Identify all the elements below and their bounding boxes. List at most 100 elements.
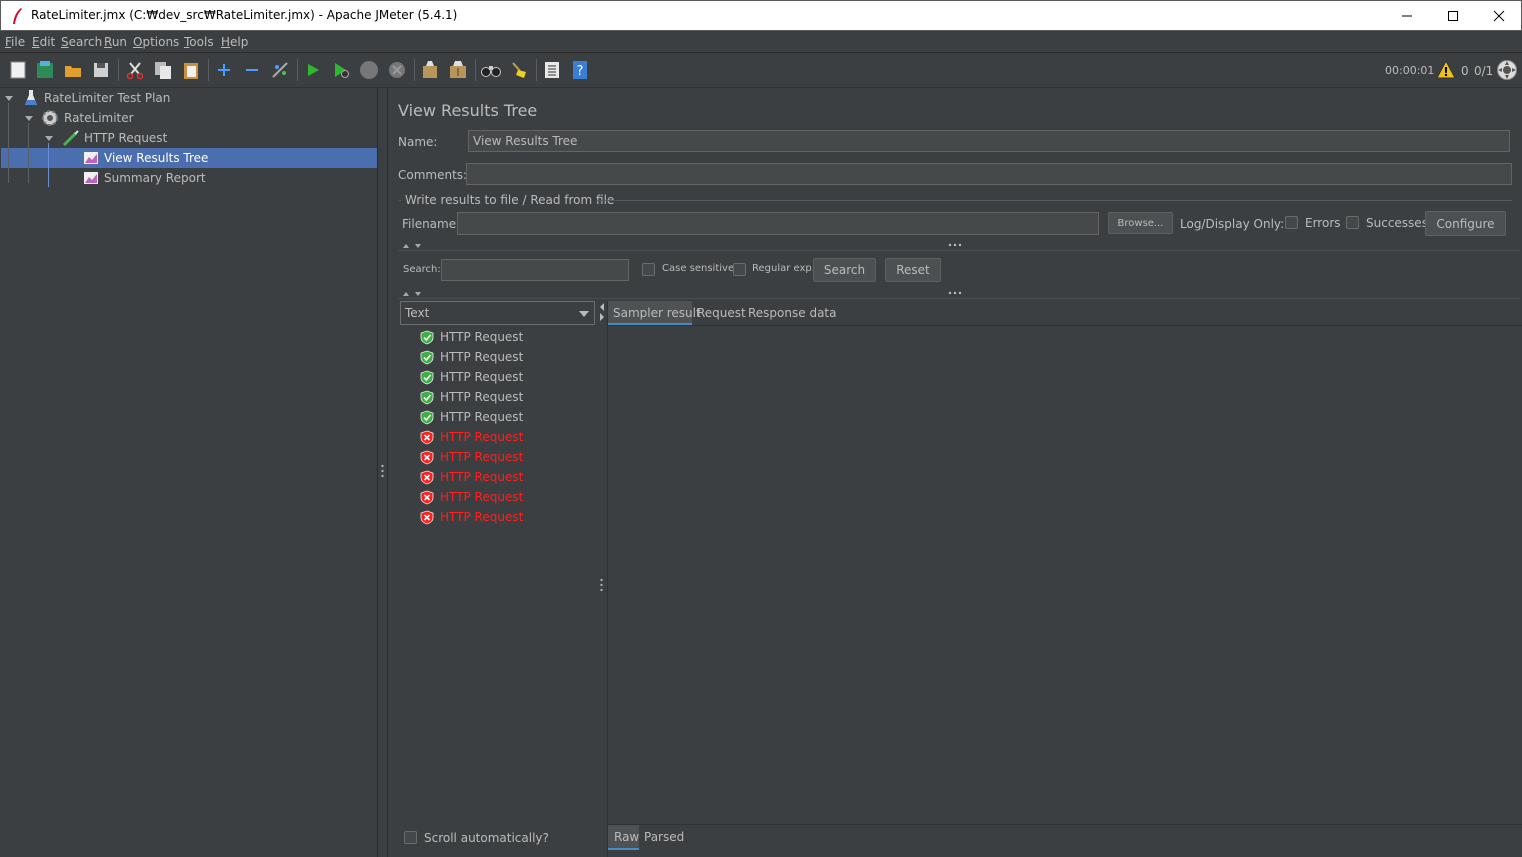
copy-button[interactable] — [152, 59, 174, 81]
toolbar-separator — [536, 59, 537, 81]
failure-shield-icon — [420, 510, 434, 525]
play-icon — [308, 64, 319, 76]
reset-button[interactable]: Reset — [885, 258, 941, 282]
remote-engines-icon[interactable] — [1496, 59, 1518, 81]
shutdown-button[interactable] — [386, 59, 408, 81]
menu-search[interactable]: Search — [61, 35, 102, 49]
tree-node-view-results-tree[interactable]: View Results Tree — [104, 148, 208, 168]
help-button[interactable]: ? — [569, 59, 591, 81]
result-item-label: HTTP Request — [440, 410, 524, 424]
comments-field[interactable] — [466, 163, 1512, 185]
expand-arrow-icon[interactable] — [4, 93, 14, 103]
result-item-label: HTTP Request — [440, 450, 524, 464]
clear-all-button[interactable] — [447, 59, 469, 81]
start-no-pauses-button[interactable] — [330, 59, 352, 81]
collapse-arrows-icon[interactable] — [401, 242, 425, 250]
paste-icon — [184, 63, 198, 79]
paste-button[interactable] — [180, 59, 202, 81]
start-button[interactable] — [302, 59, 324, 81]
minimize-button[interactable] — [1384, 1, 1430, 31]
configure-button[interactable]: Configure — [1425, 211, 1506, 236]
drag-dots-icon[interactable] — [948, 243, 962, 247]
divider — [398, 298, 1520, 299]
result-item-label: HTTP Request — [440, 350, 524, 364]
plus-icon — [218, 64, 230, 76]
cut-button[interactable] — [124, 59, 146, 81]
result-item-label: HTTP Request — [440, 390, 524, 404]
split-pane-divider[interactable] — [378, 88, 387, 857]
save-button[interactable] — [90, 59, 112, 81]
browse-button[interactable]: Browse... — [1108, 212, 1173, 234]
elapsed-time: 00:00:01 — [1385, 64, 1435, 77]
search-field[interactable] — [441, 259, 629, 281]
inner-split-divider[interactable] — [598, 300, 606, 857]
function-list-icon — [545, 62, 559, 78]
warning-icon[interactable]: ! — [1436, 60, 1456, 79]
open-button[interactable] — [62, 59, 84, 81]
active-threads: 0/1 — [1474, 64, 1494, 78]
cut-icon — [126, 62, 144, 80]
expand-all-button[interactable] — [213, 59, 235, 81]
tree-node-http-request[interactable]: HTTP Request — [84, 128, 167, 148]
expand-arrow-icon[interactable] — [44, 133, 54, 143]
search-label: Search: — [403, 264, 441, 275]
menu-options[interactable]: Options — [133, 35, 179, 49]
result-item-label: HTTP Request — [440, 370, 524, 384]
drag-handle-icon — [381, 464, 384, 478]
tab-sampler-result[interactable]: Sampler result — [613, 301, 701, 325]
menu-edit[interactable]: Edit — [32, 35, 55, 49]
drag-dots-icon[interactable] — [948, 291, 962, 295]
renderer-select[interactable]: Text — [400, 301, 595, 325]
tree-node-test-plan[interactable]: RateLimiter Test Plan — [44, 88, 170, 108]
sampler-pipette-icon — [62, 130, 79, 147]
successes-checkbox[interactable] — [1346, 216, 1359, 229]
tree-guide — [8, 103, 9, 183]
success-shield-icon — [420, 350, 434, 365]
scroll-auto-checkbox[interactable] — [404, 831, 417, 844]
view-results-tree-panel: View Results Tree Name: View Results Tre… — [387, 88, 1522, 857]
expand-arrow-icon[interactable] — [24, 113, 34, 123]
collapse-arrows-icon[interactable] — [401, 290, 425, 298]
tab-response-data[interactable]: Response data — [748, 301, 836, 325]
menu-file[interactable]: File — [5, 35, 25, 49]
new-button[interactable] — [7, 59, 29, 81]
clear-button[interactable] — [419, 59, 441, 81]
listener-graph-icon — [84, 152, 98, 164]
search-button[interactable]: Search — [813, 258, 876, 282]
collapse-all-button[interactable] — [241, 59, 263, 81]
menu-tools[interactable]: Tools — [184, 35, 214, 49]
failure-shield-icon — [420, 490, 434, 505]
errors-checkbox[interactable] — [1285, 216, 1298, 229]
stop-button[interactable] — [358, 59, 380, 81]
regular-exp-label: Regular exp. — [752, 263, 815, 274]
filename-field[interactable] — [457, 212, 1099, 235]
save-icon — [94, 63, 108, 77]
copy-icon — [155, 62, 171, 79]
binoculars-icon — [481, 66, 501, 77]
maximize-button[interactable] — [1430, 1, 1476, 31]
case-sensitive-checkbox[interactable] — [642, 263, 655, 276]
tree-node-thread-group[interactable]: RateLimiter — [64, 108, 134, 128]
tab-raw[interactable]: Raw — [614, 825, 639, 849]
close-button[interactable] — [1476, 1, 1522, 31]
tree-node-summary-report[interactable]: Summary Report — [104, 168, 206, 188]
broom-icon — [512, 62, 526, 78]
menu-help[interactable]: Help — [221, 35, 248, 49]
function-helper-button[interactable] — [541, 59, 563, 81]
menu-run[interactable]: Run — [104, 35, 127, 49]
templates-button[interactable] — [34, 59, 56, 81]
regular-exp-checkbox[interactable] — [733, 263, 746, 276]
reset-search-button[interactable] — [508, 59, 530, 81]
toolbar-separator — [118, 59, 119, 81]
result-item-label: HTTP Request — [440, 510, 524, 524]
file-section-title: Write results to file / Read from file — [405, 193, 615, 207]
tab-request[interactable]: Request — [697, 301, 746, 325]
play-no-timers-icon — [335, 63, 349, 78]
help-icon: ? — [573, 61, 587, 79]
tab-parsed[interactable]: Parsed — [644, 825, 684, 849]
successes-label: Successes — [1366, 216, 1428, 230]
svg-text:!: ! — [1443, 65, 1448, 79]
toggle-button[interactable] — [269, 59, 291, 81]
name-field[interactable]: View Results Tree — [468, 130, 1510, 152]
search-tree-button[interactable] — [480, 59, 502, 81]
